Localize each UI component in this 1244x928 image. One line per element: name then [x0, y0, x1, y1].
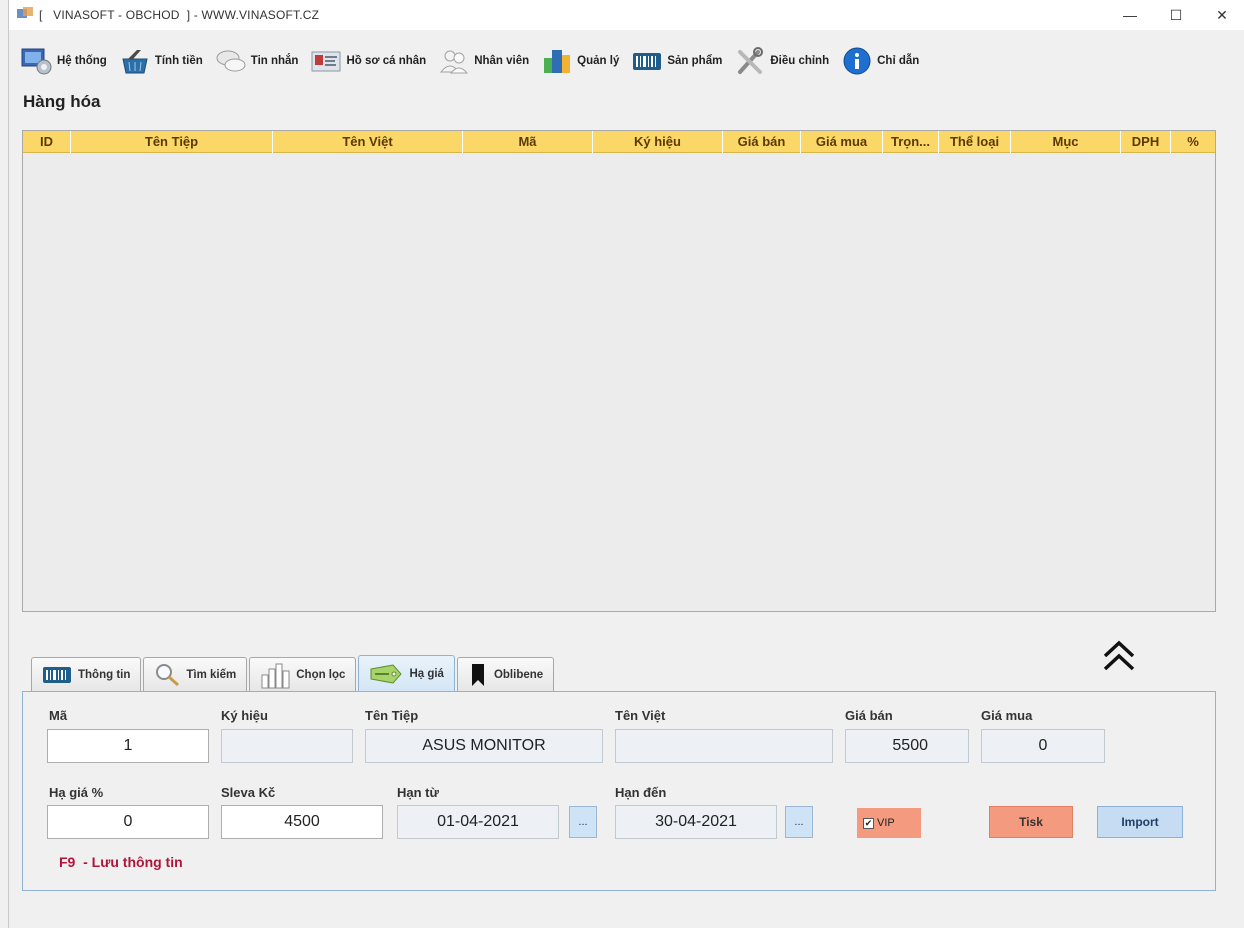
ten-viet-label: Tên Việt	[615, 708, 666, 723]
tab-oblibene[interactable]: Oblibene	[456, 657, 555, 691]
tab-thong-tin[interactable]: Thông tin	[31, 657, 142, 691]
shopping-basket-icon	[122, 50, 148, 74]
column-header-muc[interactable]: Mục	[1011, 131, 1121, 153]
menu-label: Hệ thống	[57, 55, 107, 67]
title-bar: [ VINASOFT - OBCHOD ] - WWW.VINASOFT.CZ …	[9, 0, 1244, 30]
column-header-gia-mua[interactable]: Giá mua	[801, 131, 883, 153]
ha-gia-label: Hạ giá %	[49, 785, 104, 800]
column-header-ma[interactable]: Mã	[463, 131, 593, 153]
sleva-label: Sleva Kč	[221, 785, 276, 800]
close-button[interactable]: ✕	[1199, 0, 1244, 30]
tisk-button[interactable]: Tisk	[989, 806, 1073, 838]
minimize-button[interactable]: —	[1107, 0, 1153, 30]
bar-chart-icon	[261, 663, 290, 688]
column-header-ten-tiep[interactable]: Tên Tiệp	[71, 131, 273, 153]
id-card-icon	[311, 51, 341, 72]
ky-hieu-field[interactable]	[221, 729, 353, 763]
window-title: [ VINASOFT - OBCHOD ] - WWW.VINASOFT.CZ	[39, 8, 320, 22]
search-icon	[156, 663, 180, 686]
han-den-label: Hạn đến	[615, 785, 667, 800]
discount-tag-icon	[370, 663, 403, 684]
bookmark-icon	[471, 663, 484, 686]
main-menu-bar: Hệ thống Tính tiền Tin nhắn Hồ sơ cá nhâ…	[9, 38, 1244, 84]
products-table[interactable]: ID Tên Tiệp Tên Việt Mã Ký hiệu Giá bán …	[22, 130, 1216, 612]
ten-tiep-label: Tên Tiệp	[365, 708, 419, 723]
column-header-gia-ban[interactable]: Giá bán	[723, 131, 801, 153]
column-header-id[interactable]: ID	[23, 131, 71, 153]
ha-gia-field[interactable]: 0	[47, 805, 209, 839]
tab-label: Chọn lọc	[296, 668, 346, 681]
buildings-icon	[544, 50, 571, 73]
minimize-icon: —	[1123, 7, 1137, 23]
han-tu-picker-button[interactable]: ...	[569, 806, 597, 838]
close-icon: ✕	[1216, 6, 1228, 23]
bottom-tabs: Thông tin Tìm kiếm Chọn lọc Hạ giá Oblib…	[31, 655, 556, 691]
app-window: [ VINASOFT - OBCHOD ] - WWW.VINASOFT.CZ …	[8, 0, 1244, 928]
info-icon	[843, 47, 871, 75]
menu-item-quan-ly[interactable]: Quản lý	[535, 41, 625, 81]
ma-field[interactable]: 1	[47, 729, 209, 763]
vip-checkbox[interactable]: ✔ VIP	[857, 808, 921, 838]
menu-label: Chỉ dẫn	[877, 55, 920, 67]
column-header-ten-viet[interactable]: Tên Việt	[273, 131, 463, 153]
system-settings-icon	[21, 48, 52, 75]
menu-label: Hồ sơ cá nhân	[346, 55, 427, 67]
menu-label: Điều chỉnh	[770, 55, 830, 67]
menu-label: Sản phẩm	[667, 55, 723, 67]
maximize-button[interactable]: ☐	[1153, 0, 1199, 30]
column-header-dph[interactable]: DPH	[1121, 131, 1171, 153]
column-header-percent[interactable]: %	[1171, 131, 1215, 153]
tab-label: Tìm kiếm	[186, 668, 237, 681]
han-den-picker-button[interactable]: ...	[785, 806, 813, 838]
gia-mua-label: Giá mua	[981, 708, 1033, 723]
han-den-field[interactable]: 30-04-2021	[615, 805, 777, 839]
column-header-the-loai[interactable]: Thể loại	[939, 131, 1011, 153]
discount-panel: Mã Ký hiệu Tên Tiệp Tên Việt Giá bán Giá…	[22, 691, 1216, 891]
ma-label: Mã	[49, 708, 68, 723]
tab-label: Hạ giá	[409, 667, 444, 680]
barcode-icon	[43, 666, 71, 683]
tab-label: Oblibene	[493, 668, 544, 681]
menu-item-chi-dan[interactable]: Chỉ dẫn	[835, 41, 925, 81]
app-logo-icon	[17, 7, 33, 18]
menu-item-dieu-chinh[interactable]: Điều chỉnh	[728, 41, 835, 81]
tab-label: Thông tin	[78, 668, 131, 681]
menu-item-he-thong[interactable]: Hệ thống	[15, 41, 113, 81]
table-header: ID Tên Tiệp Tên Việt Mã Ký hiệu Giá bán …	[23, 131, 1215, 153]
import-button[interactable]: Import	[1097, 806, 1183, 838]
save-shortcut-hint: F9 - Lưu thông tin	[59, 854, 183, 870]
vip-label: VIP	[877, 817, 895, 829]
ten-tiep-field[interactable]: ASUS MONITOR	[365, 729, 603, 763]
han-tu-field[interactable]: 01-04-2021	[397, 805, 559, 839]
menu-label: Tin nhắn	[250, 55, 299, 67]
ky-hieu-label: Ký hiệu	[221, 708, 268, 723]
column-header-trong[interactable]: Trọn...	[883, 131, 939, 153]
checkbox-check-icon: ✔	[863, 817, 874, 829]
tab-chon-loc[interactable]: Chọn lọc	[249, 657, 357, 691]
menu-item-tinh-tien[interactable]: Tính tiền	[113, 41, 209, 81]
tab-tim-kiem[interactable]: Tìm kiếm	[143, 657, 248, 691]
column-header-ky-hieu[interactable]: Ký hiệu	[593, 131, 723, 153]
users-icon	[440, 50, 469, 74]
ten-viet-field[interactable]	[615, 729, 833, 763]
section-title: Hàng hóa	[23, 92, 101, 111]
gia-ban-label: Giá bán	[845, 708, 893, 723]
tools-icon	[738, 47, 764, 74]
menu-item-ho-so[interactable]: Hồ sơ cá nhân	[304, 41, 432, 81]
gia-mua-field[interactable]: 0	[981, 729, 1105, 763]
menu-item-san-pham[interactable]: Sản phẩm	[625, 41, 728, 81]
menu-item-tin-nhan[interactable]: Tin nhắn	[209, 41, 305, 81]
menu-label: Quản lý	[577, 55, 620, 67]
menu-item-nhan-vien[interactable]: Nhân viên	[432, 41, 535, 81]
collapse-up-icon[interactable]	[1099, 636, 1139, 676]
menu-label: Nhân viên	[474, 55, 530, 67]
sleva-field[interactable]: 4500	[221, 805, 383, 839]
menu-label: Tính tiền	[154, 55, 203, 67]
gia-ban-field[interactable]: 5500	[845, 729, 969, 763]
chat-bubbles-icon	[216, 50, 246, 72]
han-tu-label: Hạn từ	[397, 785, 439, 800]
maximize-icon: ☐	[1169, 6, 1183, 23]
barcode-icon	[633, 53, 662, 70]
tab-ha-gia[interactable]: Hạ giá	[358, 655, 455, 691]
